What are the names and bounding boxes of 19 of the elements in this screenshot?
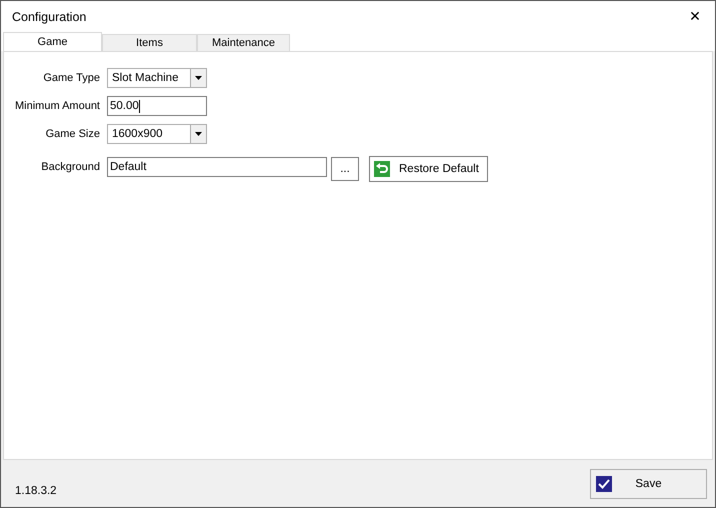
field-label: Minimum Amount: [14, 100, 100, 112]
tab[interactable]: Maintenance: [197, 34, 290, 51]
window-title: Configuration: [12, 10, 86, 24]
tab[interactable]: Items: [102, 34, 197, 51]
restore-default-button[interactable]: Restore Default: [369, 156, 488, 182]
checkmark-icon: [596, 476, 612, 492]
version-label: 1.18.3.2: [15, 484, 57, 496]
tab[interactable]: Game: [3, 32, 102, 51]
field-label: Game Size: [44, 128, 100, 140]
dropdown[interactable]: 1600x900: [107, 124, 207, 144]
input-field[interactable]: Default: [107, 157, 327, 177]
field-label: Background: [40, 161, 100, 173]
undo-icon: [374, 161, 390, 177]
input-field[interactable]: 50.00: [107, 96, 207, 116]
save-button[interactable]: Save: [590, 468, 707, 498]
close-button[interactable]: ✕: [675, 2, 715, 32]
browse-button[interactable]: ...: [331, 157, 359, 181]
dropdown[interactable]: Slot Machine: [107, 68, 207, 88]
field-label: Game Type: [42, 72, 100, 84]
